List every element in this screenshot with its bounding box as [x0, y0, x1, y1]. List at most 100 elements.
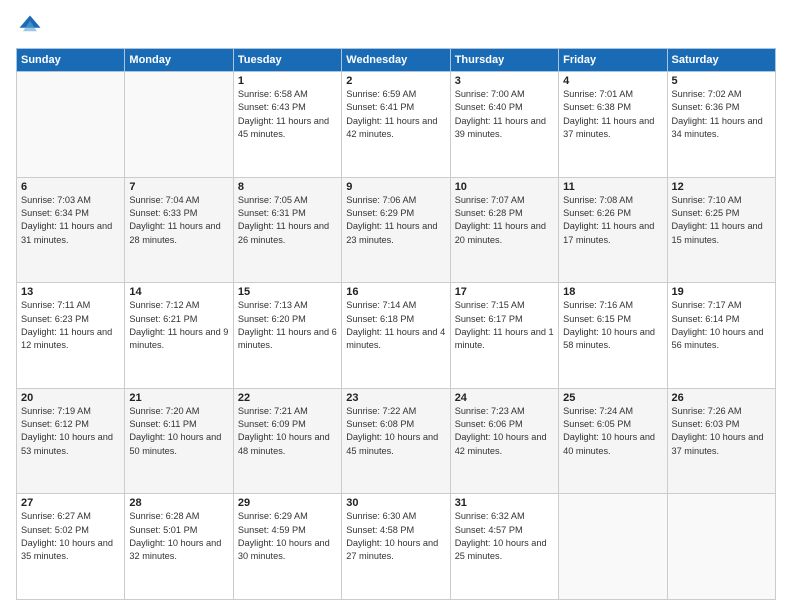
day-number: 21 — [129, 392, 228, 404]
day-number: 9 — [346, 181, 445, 193]
day-info: Sunrise: 6:28 AMSunset: 5:01 PMDaylight:… — [129, 510, 228, 563]
day-info: Sunrise: 7:00 AMSunset: 6:40 PMDaylight:… — [455, 88, 554, 141]
day-info: Sunrise: 7:11 AMSunset: 6:23 PMDaylight:… — [21, 299, 120, 352]
calendar-cell — [559, 494, 667, 600]
day-number: 28 — [129, 497, 228, 509]
day-info: Sunrise: 7:12 AMSunset: 6:21 PMDaylight:… — [129, 299, 228, 352]
calendar-cell: 19Sunrise: 7:17 AMSunset: 6:14 PMDayligh… — [667, 283, 775, 389]
day-info: Sunrise: 7:23 AMSunset: 6:06 PMDaylight:… — [455, 405, 554, 458]
calendar-cell: 8Sunrise: 7:05 AMSunset: 6:31 PMDaylight… — [233, 177, 341, 283]
day-info: Sunrise: 7:07 AMSunset: 6:28 PMDaylight:… — [455, 194, 554, 247]
calendar-cell: 29Sunrise: 6:29 AMSunset: 4:59 PMDayligh… — [233, 494, 341, 600]
calendar-cell: 30Sunrise: 6:30 AMSunset: 4:58 PMDayligh… — [342, 494, 450, 600]
calendar-cell: 27Sunrise: 6:27 AMSunset: 5:02 PMDayligh… — [17, 494, 125, 600]
calendar-cell: 15Sunrise: 7:13 AMSunset: 6:20 PMDayligh… — [233, 283, 341, 389]
calendar-cell: 25Sunrise: 7:24 AMSunset: 6:05 PMDayligh… — [559, 388, 667, 494]
calendar-cell: 28Sunrise: 6:28 AMSunset: 5:01 PMDayligh… — [125, 494, 233, 600]
day-info: Sunrise: 7:24 AMSunset: 6:05 PMDaylight:… — [563, 405, 662, 458]
calendar-cell: 20Sunrise: 7:19 AMSunset: 6:12 PMDayligh… — [17, 388, 125, 494]
week-row-4: 20Sunrise: 7:19 AMSunset: 6:12 PMDayligh… — [17, 388, 776, 494]
day-number: 19 — [672, 286, 771, 298]
calendar-cell: 3Sunrise: 7:00 AMSunset: 6:40 PMDaylight… — [450, 72, 558, 178]
day-number: 20 — [21, 392, 120, 404]
day-info: Sunrise: 6:32 AMSunset: 4:57 PMDaylight:… — [455, 510, 554, 563]
day-info: Sunrise: 7:21 AMSunset: 6:09 PMDaylight:… — [238, 405, 337, 458]
calendar-cell: 2Sunrise: 6:59 AMSunset: 6:41 PMDaylight… — [342, 72, 450, 178]
day-number: 29 — [238, 497, 337, 509]
day-number: 7 — [129, 181, 228, 193]
day-number: 16 — [346, 286, 445, 298]
day-info: Sunrise: 7:13 AMSunset: 6:20 PMDaylight:… — [238, 299, 337, 352]
calendar-cell: 10Sunrise: 7:07 AMSunset: 6:28 PMDayligh… — [450, 177, 558, 283]
day-info: Sunrise: 7:22 AMSunset: 6:08 PMDaylight:… — [346, 405, 445, 458]
logo — [16, 12, 48, 40]
day-info: Sunrise: 6:59 AMSunset: 6:41 PMDaylight:… — [346, 88, 445, 141]
day-number: 11 — [563, 181, 662, 193]
calendar-cell: 13Sunrise: 7:11 AMSunset: 6:23 PMDayligh… — [17, 283, 125, 389]
day-number: 10 — [455, 181, 554, 193]
calendar-cell: 7Sunrise: 7:04 AMSunset: 6:33 PMDaylight… — [125, 177, 233, 283]
day-info: Sunrise: 7:19 AMSunset: 6:12 PMDaylight:… — [21, 405, 120, 458]
weekday-header-tuesday: Tuesday — [233, 49, 341, 72]
day-number: 25 — [563, 392, 662, 404]
day-number: 23 — [346, 392, 445, 404]
calendar-cell: 12Sunrise: 7:10 AMSunset: 6:25 PMDayligh… — [667, 177, 775, 283]
calendar-cell: 4Sunrise: 7:01 AMSunset: 6:38 PMDaylight… — [559, 72, 667, 178]
calendar-cell — [667, 494, 775, 600]
day-info: Sunrise: 7:17 AMSunset: 6:14 PMDaylight:… — [672, 299, 771, 352]
day-number: 30 — [346, 497, 445, 509]
day-info: Sunrise: 7:26 AMSunset: 6:03 PMDaylight:… — [672, 405, 771, 458]
calendar-cell: 31Sunrise: 6:32 AMSunset: 4:57 PMDayligh… — [450, 494, 558, 600]
weekday-header-monday: Monday — [125, 49, 233, 72]
calendar-cell — [125, 72, 233, 178]
calendar-cell: 24Sunrise: 7:23 AMSunset: 6:06 PMDayligh… — [450, 388, 558, 494]
day-info: Sunrise: 6:27 AMSunset: 5:02 PMDaylight:… — [21, 510, 120, 563]
day-number: 12 — [672, 181, 771, 193]
weekday-header-friday: Friday — [559, 49, 667, 72]
day-info: Sunrise: 7:03 AMSunset: 6:34 PMDaylight:… — [21, 194, 120, 247]
weekday-header-thursday: Thursday — [450, 49, 558, 72]
day-number: 31 — [455, 497, 554, 509]
logo-icon — [16, 12, 44, 40]
day-info: Sunrise: 7:20 AMSunset: 6:11 PMDaylight:… — [129, 405, 228, 458]
day-number: 27 — [21, 497, 120, 509]
day-info: Sunrise: 7:01 AMSunset: 6:38 PMDaylight:… — [563, 88, 662, 141]
week-row-1: 1Sunrise: 6:58 AMSunset: 6:43 PMDaylight… — [17, 72, 776, 178]
day-info: Sunrise: 6:29 AMSunset: 4:59 PMDaylight:… — [238, 510, 337, 563]
day-number: 5 — [672, 75, 771, 87]
day-info: Sunrise: 7:06 AMSunset: 6:29 PMDaylight:… — [346, 194, 445, 247]
week-row-5: 27Sunrise: 6:27 AMSunset: 5:02 PMDayligh… — [17, 494, 776, 600]
day-info: Sunrise: 6:30 AMSunset: 4:58 PMDaylight:… — [346, 510, 445, 563]
calendar-cell: 1Sunrise: 6:58 AMSunset: 6:43 PMDaylight… — [233, 72, 341, 178]
calendar-cell: 6Sunrise: 7:03 AMSunset: 6:34 PMDaylight… — [17, 177, 125, 283]
week-row-3: 13Sunrise: 7:11 AMSunset: 6:23 PMDayligh… — [17, 283, 776, 389]
calendar-cell: 14Sunrise: 7:12 AMSunset: 6:21 PMDayligh… — [125, 283, 233, 389]
weekday-header-row: SundayMondayTuesdayWednesdayThursdayFrid… — [17, 49, 776, 72]
calendar-cell — [17, 72, 125, 178]
calendar-cell: 21Sunrise: 7:20 AMSunset: 6:11 PMDayligh… — [125, 388, 233, 494]
weekday-header-saturday: Saturday — [667, 49, 775, 72]
day-number: 1 — [238, 75, 337, 87]
day-info: Sunrise: 7:14 AMSunset: 6:18 PMDaylight:… — [346, 299, 445, 352]
calendar-cell: 16Sunrise: 7:14 AMSunset: 6:18 PMDayligh… — [342, 283, 450, 389]
weekday-header-sunday: Sunday — [17, 49, 125, 72]
week-row-2: 6Sunrise: 7:03 AMSunset: 6:34 PMDaylight… — [17, 177, 776, 283]
day-number: 24 — [455, 392, 554, 404]
day-number: 8 — [238, 181, 337, 193]
day-info: Sunrise: 7:10 AMSunset: 6:25 PMDaylight:… — [672, 194, 771, 247]
day-number: 22 — [238, 392, 337, 404]
day-info: Sunrise: 7:16 AMSunset: 6:15 PMDaylight:… — [563, 299, 662, 352]
calendar-cell: 17Sunrise: 7:15 AMSunset: 6:17 PMDayligh… — [450, 283, 558, 389]
weekday-header-wednesday: Wednesday — [342, 49, 450, 72]
calendar-cell: 11Sunrise: 7:08 AMSunset: 6:26 PMDayligh… — [559, 177, 667, 283]
day-number: 14 — [129, 286, 228, 298]
calendar-cell: 23Sunrise: 7:22 AMSunset: 6:08 PMDayligh… — [342, 388, 450, 494]
day-number: 18 — [563, 286, 662, 298]
day-number: 6 — [21, 181, 120, 193]
day-number: 2 — [346, 75, 445, 87]
calendar-cell: 18Sunrise: 7:16 AMSunset: 6:15 PMDayligh… — [559, 283, 667, 389]
day-number: 15 — [238, 286, 337, 298]
day-info: Sunrise: 6:58 AMSunset: 6:43 PMDaylight:… — [238, 88, 337, 141]
day-number: 13 — [21, 286, 120, 298]
calendar-table: SundayMondayTuesdayWednesdayThursdayFrid… — [16, 48, 776, 600]
